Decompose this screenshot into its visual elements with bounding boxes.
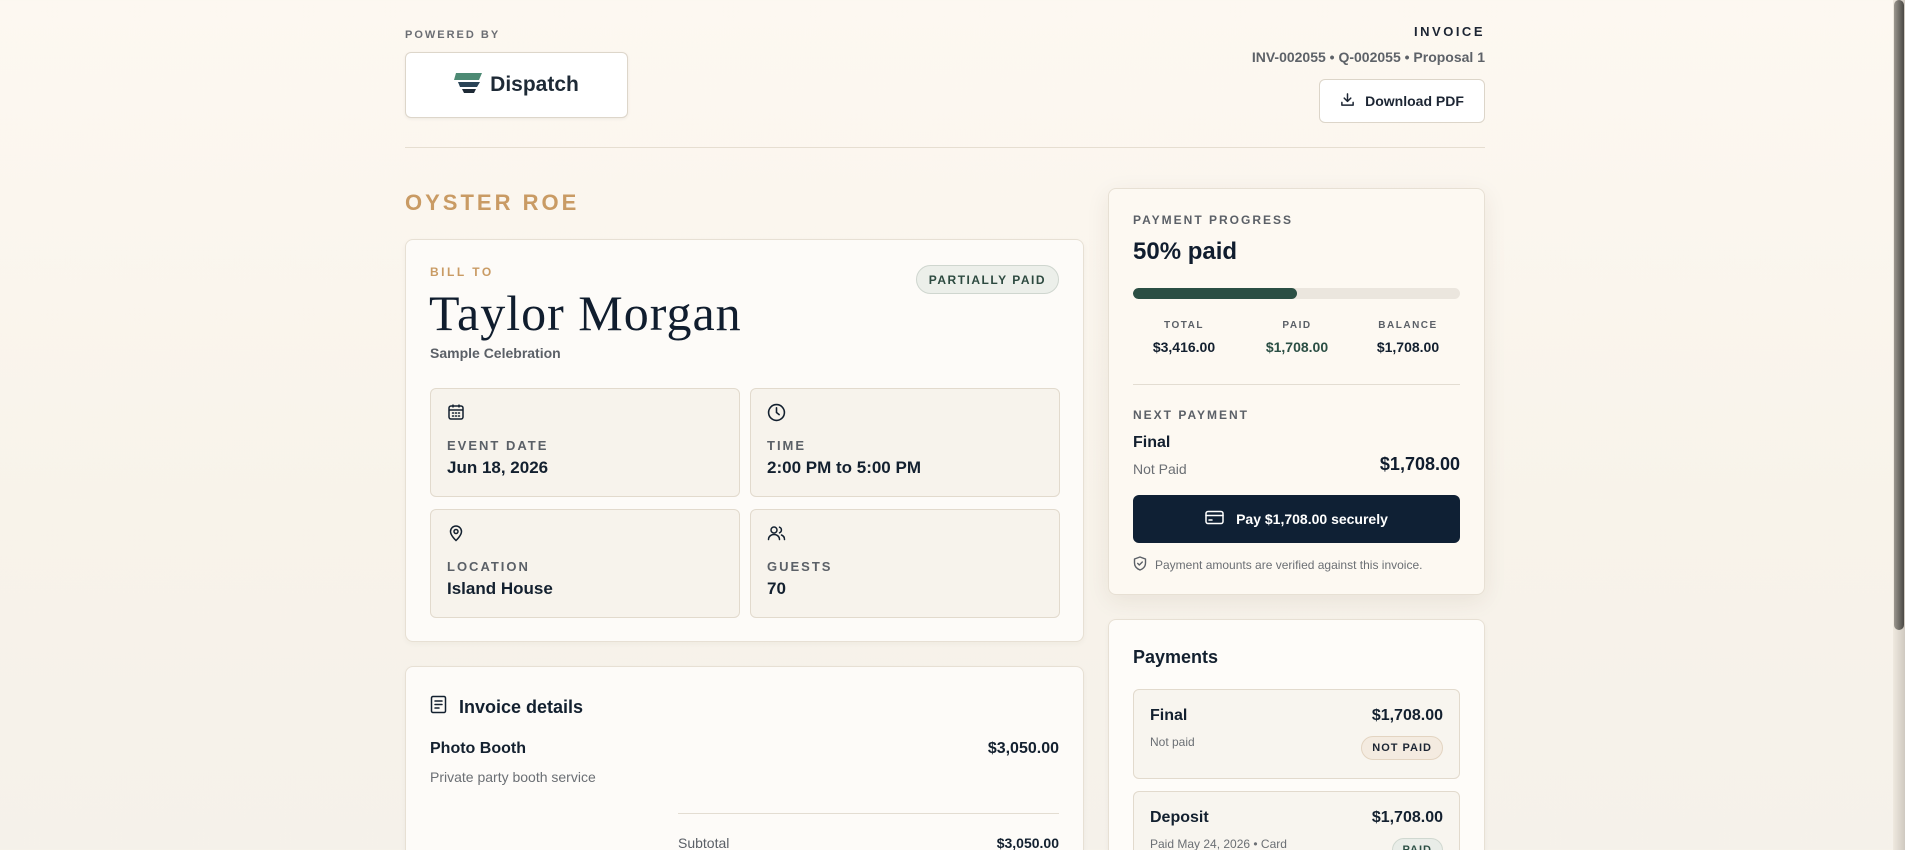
- payment-progress-card: PAYMENT PROGRESS 50% paid TOTAL $3,416.0…: [1108, 188, 1485, 595]
- payment-progress-label: PAYMENT PROGRESS: [1133, 213, 1294, 227]
- payment-status-badge: NOT PAID: [1361, 736, 1443, 760]
- time-label: TIME: [767, 438, 807, 453]
- pay-securely-button[interactable]: Pay $1,708.00 securely: [1133, 495, 1460, 543]
- paid-value: $1,708.00: [1265, 339, 1329, 355]
- invoice-details-card: Invoice details Photo Booth Private part…: [405, 666, 1084, 850]
- progress-bar: [1133, 288, 1460, 299]
- next-payment-label: NEXT PAYMENT: [1133, 408, 1250, 422]
- download-icon: [1340, 92, 1355, 110]
- bill-to-card: BILL TO Taylor Morgan Sample Celebration…: [405, 239, 1084, 642]
- payments-title: Payments: [1133, 647, 1219, 667]
- verification-text: Payment amounts are verified against thi…: [1155, 558, 1423, 572]
- balance-label: BALANCE: [1378, 320, 1438, 331]
- payment-item: Deposit Paid May 24, 2026 • Card $1,708.…: [1133, 791, 1460, 850]
- progress-bar-fill: [1133, 288, 1297, 299]
- time-tile: TIME 2:00 PM to 5:00 PM: [750, 388, 1060, 497]
- line-item-amount: $3,050.00: [987, 740, 1059, 757]
- dispatch-logo-icon: [454, 71, 484, 100]
- users-icon: [767, 524, 786, 547]
- subtotal-label: Subtotal: [678, 835, 730, 850]
- next-payment-name: Final: [1133, 434, 1171, 451]
- scrollbar-thumb[interactable]: [1894, 0, 1904, 630]
- event-date-tile: EVENT DATE Jun 18, 2026: [430, 388, 740, 497]
- guests-label: GUESTS: [767, 559, 833, 574]
- next-payment-status: Not Paid: [1133, 461, 1187, 477]
- time-value: 2:00 PM to 5:00 PM: [767, 458, 921, 477]
- page-scrollbar[interactable]: [1893, 0, 1905, 850]
- location-value: Island House: [447, 579, 553, 598]
- progress-divider: [1133, 384, 1460, 385]
- location-label: LOCATION: [447, 559, 530, 574]
- guests-tile: GUESTS 70: [750, 509, 1060, 618]
- shield-check-icon: [1133, 556, 1147, 574]
- status-badge: PARTIALLY PAID: [915, 265, 1059, 294]
- invoice-details-title: Invoice details: [459, 696, 584, 717]
- invoice-label: INVOICE: [1414, 24, 1485, 39]
- payment-sub: Paid May 24, 2026 • Card: [1150, 837, 1287, 850]
- dispatch-logo: Dispatch: [405, 52, 628, 118]
- map-pin-icon: [447, 524, 465, 547]
- brand-name: OYSTER ROE: [405, 190, 580, 215]
- pay-securely-label: Pay $1,708.00 securely: [1236, 511, 1388, 527]
- balance-stat: BALANCE $1,708.00: [1353, 320, 1463, 355]
- payment-sub: Not paid: [1150, 735, 1195, 749]
- total-stat: TOTAL $3,416.00: [1129, 320, 1239, 355]
- verification-note: Payment amounts are verified against thi…: [1133, 556, 1422, 574]
- payment-name: Final: [1150, 707, 1188, 724]
- event-date-value: Jun 18, 2026: [447, 458, 549, 477]
- line-item-name: Photo Booth: [430, 740, 526, 757]
- powered-by-label: POWERED BY: [405, 29, 501, 41]
- clock-icon: [767, 403, 786, 427]
- calendar-icon: [447, 403, 465, 426]
- payment-name: Deposit: [1150, 809, 1209, 826]
- credit-card-icon: [1205, 510, 1224, 528]
- payment-item: Final Not paid $1,708.00 NOT PAID: [1133, 689, 1460, 779]
- download-pdf-button[interactable]: Download PDF: [1319, 79, 1485, 123]
- bill-to-label: BILL TO: [430, 265, 494, 279]
- payment-amount: $1,708.00: [1371, 707, 1443, 724]
- subtotal-divider: [678, 813, 1059, 814]
- total-label: TOTAL: [1164, 320, 1204, 331]
- invoice-ids: INV-002055 • Q-002055 • Proposal 1: [1251, 49, 1485, 65]
- total-value: $3,416.00: [1152, 339, 1216, 355]
- location-tile: LOCATION Island House: [430, 509, 740, 618]
- paid-stat: PAID $1,708.00: [1242, 320, 1352, 355]
- payment-amount: $1,708.00: [1371, 809, 1443, 826]
- event-date-label: EVENT DATE: [447, 438, 549, 453]
- event-name: Sample Celebration: [430, 345, 561, 361]
- document-icon: [430, 695, 447, 719]
- dispatch-logo-text: Dispatch: [490, 73, 579, 96]
- page-header: POWERED BY Dispatch INVOICE INV-002055 •…: [405, 0, 1485, 148]
- guests-value: 70: [767, 579, 786, 598]
- next-payment-amount: $1,708.00: [1379, 454, 1460, 474]
- paid-percent: 50% paid: [1133, 238, 1238, 265]
- invoice-details-header: Invoice details: [430, 695, 583, 719]
- invoice-page: POWERED BY Dispatch INVOICE INV-002055 •…: [405, 0, 1485, 850]
- balance-value: $1,708.00: [1376, 339, 1440, 355]
- line-item-description: Private party booth service: [430, 769, 596, 785]
- client-name: Taylor Morgan: [429, 285, 742, 341]
- download-pdf-label: Download PDF: [1365, 93, 1464, 109]
- payments-card: Payments Final Not paid $1,708.00 NOT PA…: [1108, 619, 1485, 850]
- subtotal-amount: $3,050.00: [996, 835, 1059, 850]
- payment-status-badge: PAID: [1391, 838, 1443, 850]
- paid-label: PAID: [1282, 320, 1312, 331]
